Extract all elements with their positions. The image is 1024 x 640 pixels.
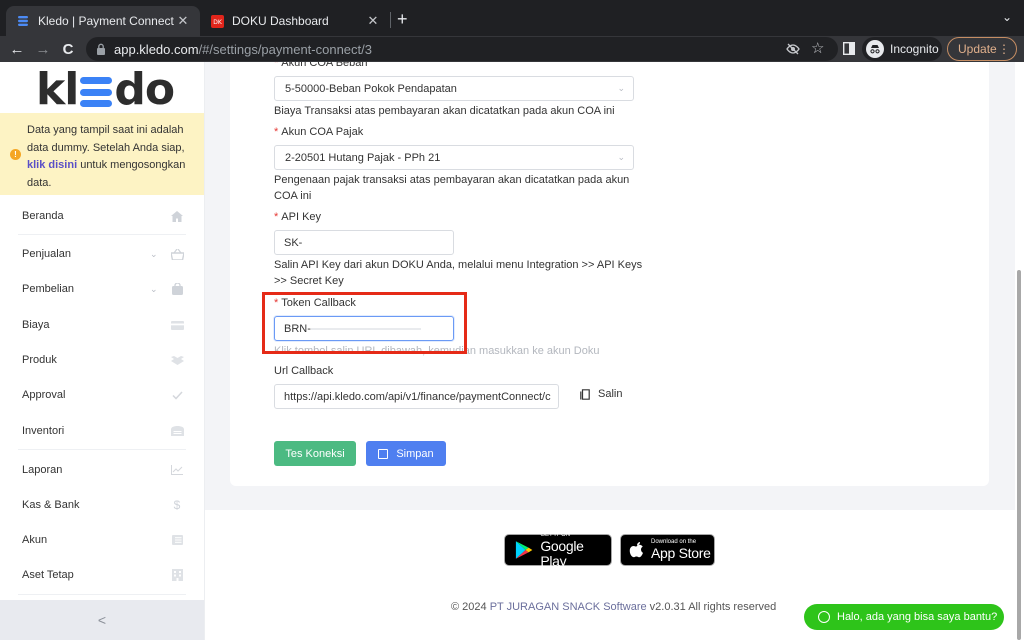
browser-toolbar: ← → C app.kledo.com/#/settings/payment-c… <box>0 36 1024 62</box>
shopping-bag-icon <box>170 282 184 296</box>
api-key-label: * API Key <box>274 211 322 223</box>
tab-doku-dashboard[interactable]: DK DOKU Dashboard ✕ <box>200 6 390 36</box>
api-key-input[interactable]: SK- <box>274 230 454 255</box>
sidebar-divider <box>18 594 186 595</box>
sidebar-item-akun[interactable]: Akun <box>0 523 204 557</box>
coa-pajak-label: * Akun COA Pajak <box>274 126 364 138</box>
whatsapp-chat-button[interactable]: Halo, ada yang bisa saya bantu? <box>804 604 1004 630</box>
warning-icon: ! <box>10 149 21 160</box>
list-icon <box>170 533 184 547</box>
dollar-icon: $ <box>173 498 181 512</box>
line-chart-icon <box>170 463 184 477</box>
sidebar-item-beranda[interactable]: Beranda <box>0 199 204 233</box>
incognito-icon <box>866 40 884 58</box>
tab-search-chevron-icon[interactable]: ⌄ <box>1002 10 1012 24</box>
bookmark-star-icon[interactable]: ☆ <box>811 39 824 57</box>
chevron-down-icon: ⌄ <box>150 248 158 259</box>
basket-icon <box>170 247 184 261</box>
eye-off-icon[interactable] <box>786 42 800 56</box>
check-icon <box>170 388 184 402</box>
clear-dummy-data-link[interactable]: klik disini <box>27 159 77 171</box>
forward-button[interactable]: → <box>33 39 53 59</box>
tab-title: Kledo | Payment Connect Doku <box>38 14 176 28</box>
sidebar-item-pembelian[interactable]: Pembelian ⌄ <box>0 272 204 306</box>
kledo-logo[interactable]: kl do <box>36 64 175 115</box>
sidebar-item-kas-bank[interactable]: Kas & Bank $ <box>0 488 204 522</box>
url-callback-label: Url Callback <box>274 365 334 377</box>
credit-card-icon <box>170 318 184 332</box>
copy-icon <box>580 388 590 400</box>
reload-button[interactable]: C <box>58 39 78 59</box>
api-key-hint: Salin API Key dari akun DOKU Anda, melal… <box>274 259 643 287</box>
incognito-indicator[interactable]: Incognito <box>862 37 942 61</box>
tab-separator <box>390 12 391 28</box>
redacted-value <box>310 327 421 330</box>
token-callback-input[interactable]: BRN- <box>274 316 454 341</box>
update-label: Update <box>958 42 997 56</box>
close-tab-icon[interactable]: ✕ <box>176 13 190 29</box>
google-play-icon <box>515 541 533 559</box>
sidebar-item-biaya[interactable]: Biaya <box>0 308 204 342</box>
more-menu-icon[interactable]: ⋮ <box>998 42 1010 56</box>
whatsapp-icon <box>818 611 830 623</box>
update-button[interactable]: Update ⋮ <box>947 37 1017 61</box>
sidebar-item-produk[interactable]: Produk <box>0 343 204 377</box>
collapse-sidebar-button[interactable]: < <box>0 600 204 640</box>
new-tab-button[interactable]: + <box>397 9 408 30</box>
address-bar[interactable]: app.kledo.com/#/settings/payment-connect… <box>86 37 716 61</box>
chevron-down-icon: ⌄ <box>617 83 625 93</box>
kledo-favicon-icon <box>16 14 30 28</box>
home-icon <box>170 209 184 223</box>
google-play-badge[interactable]: GET IT ON Google Play <box>504 532 612 568</box>
url-path: /#/settings/payment-connect/3 <box>198 41 372 57</box>
warehouse-icon <box>170 424 184 438</box>
coa-beban-hint: Biaya Transaksi atas pembayaran akan dic… <box>274 105 615 117</box>
copyright-text: © 2024 PT JURAGAN SNACK Software v2.0.31… <box>451 601 777 613</box>
save-button[interactable]: Simpan <box>366 441 446 466</box>
url-host: app.kledo.com <box>114 41 199 57</box>
app-store-badge[interactable]: Download on the App Store <box>620 534 715 566</box>
chevron-down-icon: ⌄ <box>150 283 158 294</box>
chevron-down-icon: ⌄ <box>617 152 625 162</box>
main-content: * Akun COA Beban 5-50000-Beban Pokok Pend… <box>205 62 1015 640</box>
save-icon <box>378 448 389 459</box>
sidebar-item-penjualan[interactable]: Penjualan ⌄ <box>0 237 204 271</box>
coa-pajak-hint: Pengenaan pajak transaksi atas pembayara… <box>274 174 630 202</box>
browser-tab-bar: Kledo | Payment Connect Doku ✕ DK DOKU D… <box>0 0 1024 36</box>
box-icon <box>170 353 184 367</box>
kledo-logo-e-mark <box>80 77 113 107</box>
sidebar-divider <box>18 234 186 235</box>
dummy-data-notice: ! Data yang tampil saat ini adalah data … <box>0 113 204 195</box>
close-tab-icon[interactable]: ✕ <box>366 13 380 29</box>
coa-beban-select[interactable]: 5-50000-Beban Pokok Pendapatan ⌄ <box>274 76 634 101</box>
coa-beban-label: * Akun COA Beban <box>274 62 368 69</box>
sidebar-item-aset-tetap[interactable]: Aset Tetap <box>0 558 204 592</box>
sidebar-item-approval[interactable]: Approval <box>0 378 204 412</box>
test-connection-button[interactable]: Tes Koneksi <box>274 441 356 466</box>
sidebar-divider <box>18 449 186 450</box>
copy-url-button[interactable]: Salin <box>580 388 622 400</box>
apple-icon <box>629 542 643 558</box>
page-scrollbar-thumb[interactable] <box>1017 270 1021 640</box>
redacted-value <box>302 238 413 247</box>
token-callback-hint: Klik tombol salin URL dibawah, kemudian … <box>274 345 600 357</box>
sidebar: kl do ! Data yang tampil saat ini adalah… <box>0 62 205 640</box>
side-panel-icon[interactable] <box>843 42 855 55</box>
incognito-label: Incognito <box>890 42 939 56</box>
back-button[interactable]: ← <box>7 39 27 59</box>
tab-title: DOKU Dashboard <box>232 14 329 28</box>
lock-icon <box>97 43 105 55</box>
tab-kledo-payment-connect[interactable]: Kledo | Payment Connect Doku ✕ <box>6 6 200 36</box>
coa-pajak-select[interactable]: 2-20501 Hutang Pajak - PPh 21 ⌄ <box>274 145 634 170</box>
url-callback-input[interactable]: https://api.kledo.com/api/v1/finance/pay… <box>274 384 559 409</box>
building-icon <box>170 568 184 582</box>
token-callback-label: * Token Callback <box>274 297 356 309</box>
svg-text:DK: DK <box>213 19 223 26</box>
sidebar-item-inventori[interactable]: Inventori <box>0 414 204 448</box>
payment-connect-form-card: * Akun COA Beban 5-50000-Beban Pokok Pend… <box>230 62 989 486</box>
doku-favicon-icon: DK <box>210 14 224 28</box>
sidebar-item-laporan[interactable]: Laporan <box>0 453 204 487</box>
